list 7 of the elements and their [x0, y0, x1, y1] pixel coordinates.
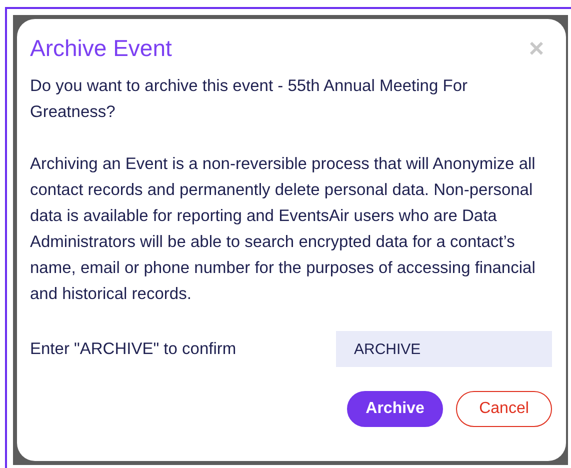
- dialog-title: Archive Event: [30, 34, 172, 63]
- question-text: Do you want to archive this event - 55th Annual Meeting For Greatness?: [30, 76, 468, 123]
- confirm-label: Enter "ARCHIVE" to confirm: [30, 338, 236, 360]
- archive-button[interactable]: Archive: [347, 391, 443, 427]
- cancel-button[interactable]: Cancel: [456, 391, 552, 427]
- confirm-input[interactable]: ARCHIVE: [336, 331, 552, 367]
- description-text: Archiving an Event is a non-reversible process that will Anonymize all contact records and permanently delete personal data. Non-personal data is available for reporting and EventsAir users who are Data Administrators will be able to search encrypted data for a contact’s name, email or phone number for the purposes of accessing financial and historical records.: [30, 154, 536, 305]
